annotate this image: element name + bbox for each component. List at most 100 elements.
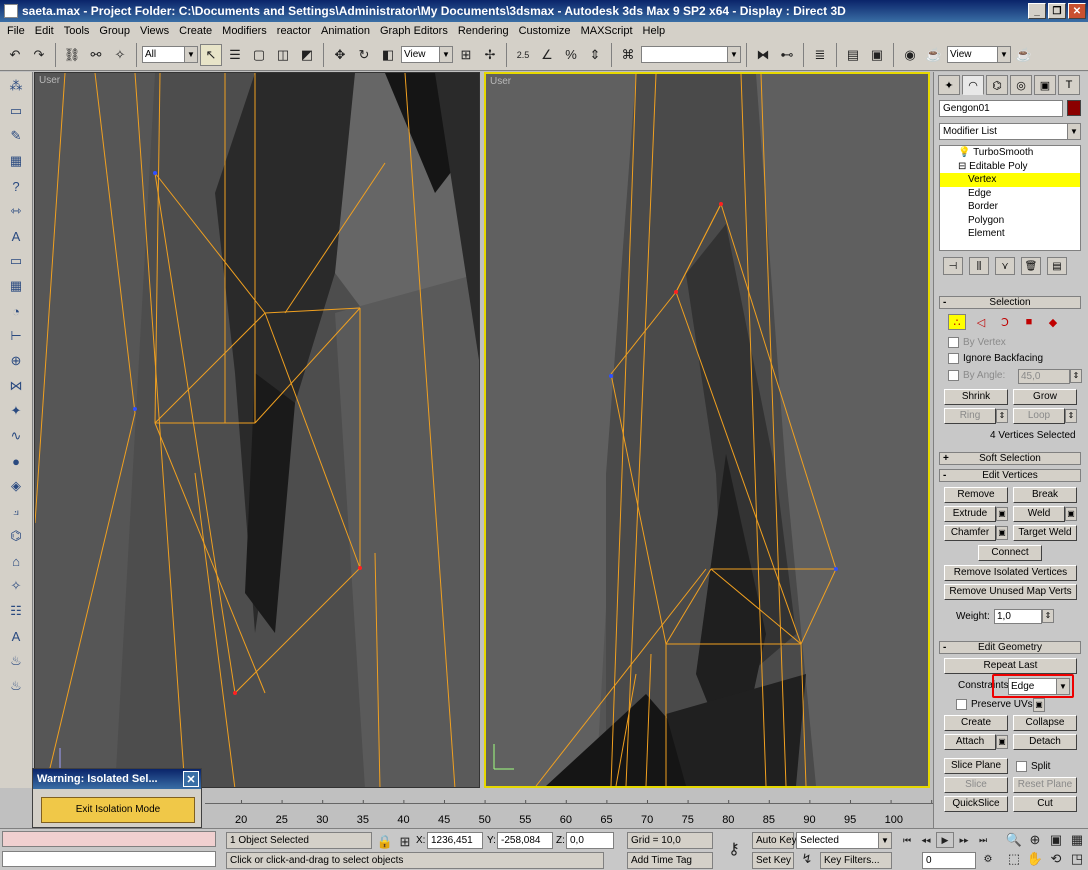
next-frame-icon[interactable]: ▸▸: [955, 832, 973, 848]
cloth-icon[interactable]: ⌂: [4, 550, 28, 572]
extrude-button[interactable]: Extrude: [944, 506, 996, 522]
stack-item-vertex[interactable]: Vertex: [940, 173, 1080, 187]
zoom-all-icon[interactable]: ⊕: [1025, 831, 1045, 849]
pivot-center-icon[interactable]: ⊞: [455, 44, 477, 66]
vertex-subobject-icon[interactable]: ∴: [948, 314, 966, 330]
edge-subobject-icon[interactable]: ◁: [972, 314, 990, 330]
motion-tab-icon[interactable]: ◎: [1010, 75, 1032, 95]
menu-tools[interactable]: Tools: [59, 25, 95, 37]
attach-list-icon[interactable]: ▣: [996, 735, 1008, 749]
close-button[interactable]: ✕: [1068, 3, 1086, 19]
menu-help[interactable]: Help: [638, 25, 671, 37]
render-scene-icon[interactable]: ☕: [923, 44, 945, 66]
reset-plane-button[interactable]: Reset Plane: [1013, 777, 1077, 793]
add-time-tag-button[interactable]: Add Time Tag: [627, 852, 713, 869]
pin-stack-icon[interactable]: ⊣: [943, 257, 963, 275]
configure-modifier-sets-icon[interactable]: ▤: [1047, 257, 1067, 275]
select-by-name-icon[interactable]: ☰: [224, 44, 246, 66]
maxscript-listener-mini[interactable]: [2, 831, 216, 847]
angle-snap-icon[interactable]: ∠: [536, 44, 558, 66]
repeat-last-button[interactable]: Repeat Last: [944, 658, 1077, 674]
select-and-manipulate-tool-icon[interactable]: ✢: [479, 44, 501, 66]
z-coord-field[interactable]: 0,0: [566, 832, 614, 849]
menu-reactor[interactable]: reactor: [272, 25, 316, 37]
collapse-button[interactable]: Collapse: [1013, 715, 1077, 731]
menu-rendering[interactable]: Rendering: [453, 25, 514, 37]
axis-icon[interactable]: ⊢: [4, 325, 28, 347]
auto-key-button[interactable]: Auto Key: [752, 832, 797, 849]
ring-spinner[interactable]: ⇕: [996, 409, 1008, 423]
spacing-tool-icon[interactable]: ⇿: [4, 200, 28, 222]
hierarchy-tab-icon[interactable]: ⌬: [986, 75, 1008, 95]
maximize-viewport-icon[interactable]: ◳: [1067, 850, 1087, 868]
zoom-icon[interactable]: 🔍: [1004, 831, 1024, 849]
help-icon[interactable]: ?: [4, 175, 28, 197]
stack-item-turbosmooth[interactable]: 💡 TurboSmooth: [940, 146, 1080, 160]
shrink-button[interactable]: Shrink: [944, 389, 1008, 405]
select-and-scale-icon[interactable]: ◧: [377, 44, 399, 66]
preserve-uvs-settings-icon[interactable]: ▣: [1033, 698, 1045, 712]
key-set-dropdown[interactable]: Selected ▼: [796, 832, 892, 849]
remove-modifier-icon[interactable]: 🗑: [1021, 257, 1041, 275]
viewport-right[interactable]: User: [484, 72, 930, 788]
modify-tab-icon[interactable]: ◠: [962, 75, 984, 95]
object-name-field[interactable]: Gengon01: [939, 100, 1063, 117]
menu-edit[interactable]: Edit: [30, 25, 59, 37]
menu-animation[interactable]: Animation: [316, 25, 375, 37]
split-checkbox[interactable]: Split: [1016, 761, 1050, 772]
previous-frame-icon[interactable]: ◂◂: [917, 832, 935, 848]
reference-coordinate-dropdown[interactable]: View ▼: [401, 46, 453, 63]
current-frame-field[interactable]: 0: [922, 852, 976, 869]
absolute-mode-icon[interactable]: ⊞: [394, 831, 416, 853]
particle-icon[interactable]: ⁂: [4, 75, 28, 97]
key-filters-button[interactable]: Key Filters...: [820, 852, 892, 869]
mirror-icon[interactable]: ⧓: [752, 44, 774, 66]
quick-render-icon[interactable]: ☕: [1013, 44, 1035, 66]
zoom-extents-all-icon[interactable]: ▦: [1067, 831, 1087, 849]
minimize-button[interactable]: _: [1028, 3, 1046, 19]
teapot-icon[interactable]: ♨: [4, 650, 28, 672]
go-to-start-icon[interactable]: ⏮: [898, 832, 916, 848]
stack-item-element[interactable]: Element: [940, 227, 1080, 241]
create-tab-icon[interactable]: ✦: [938, 75, 960, 95]
break-button[interactable]: Break: [1013, 487, 1077, 503]
by-vertex-checkbox[interactable]: By Vertex: [948, 337, 1006, 348]
loop-spinner[interactable]: ⇕: [1065, 409, 1077, 423]
render-view-dropdown[interactable]: View ▼: [947, 46, 1011, 63]
grid-icon[interactable]: ▦: [4, 275, 28, 297]
align-icon[interactable]: ⊷: [776, 44, 798, 66]
target-weld-button[interactable]: Target Weld: [1013, 525, 1077, 541]
window-crossing-icon[interactable]: ◫: [272, 44, 294, 66]
select-and-manipulate-icon[interactable]: ◩: [296, 44, 318, 66]
exit-isolation-mode-button[interactable]: Exit Isolation Mode: [41, 797, 195, 823]
menu-file[interactable]: File: [2, 25, 30, 37]
text-icon[interactable]: A: [4, 225, 28, 247]
connect-button[interactable]: Connect: [978, 545, 1042, 561]
mirror-tool-icon[interactable]: ⋈: [4, 375, 28, 397]
rectangle-icon[interactable]: ▭: [4, 250, 28, 272]
rectangular-selection-icon[interactable]: ▢: [248, 44, 270, 66]
magic-wand-icon[interactable]: ✧: [4, 575, 28, 597]
menu-maxscript[interactable]: MAXScript: [576, 25, 638, 37]
quickslice-button[interactable]: QuickSlice: [944, 796, 1008, 812]
close-icon[interactable]: ✕: [183, 771, 199, 787]
default-tangent-icon[interactable]: ↯: [796, 850, 818, 868]
teapot-render-icon[interactable]: ♨: [4, 675, 28, 697]
material-editor-icon[interactable]: ◉: [899, 44, 921, 66]
menu-views[interactable]: Views: [135, 25, 174, 37]
y-coord-field[interactable]: -258,084: [497, 832, 553, 849]
ring-button[interactable]: Ring: [944, 408, 996, 424]
bind-to-space-warp-icon[interactable]: ✧: [109, 44, 131, 66]
x-coord-field[interactable]: 1236,451: [427, 832, 483, 849]
weight-field[interactable]: 1,0: [994, 609, 1042, 624]
spray-icon[interactable]: ✦: [4, 400, 28, 422]
slice-plane-button[interactable]: Slice Plane: [944, 758, 1008, 774]
layer-manager-icon[interactable]: ≣: [809, 44, 831, 66]
grow-button[interactable]: Grow: [1013, 389, 1077, 405]
soft-selection-rollout-header[interactable]: + Soft Selection: [939, 452, 1081, 465]
zoom-extents-icon[interactable]: ▣: [1046, 831, 1066, 849]
bones-icon[interactable]: ⟓: [4, 500, 28, 522]
modifier-list-dropdown[interactable]: Modifier List ▼: [939, 123, 1081, 140]
play-icon[interactable]: ▶: [936, 832, 954, 848]
text-tool-icon[interactable]: A: [4, 625, 28, 647]
